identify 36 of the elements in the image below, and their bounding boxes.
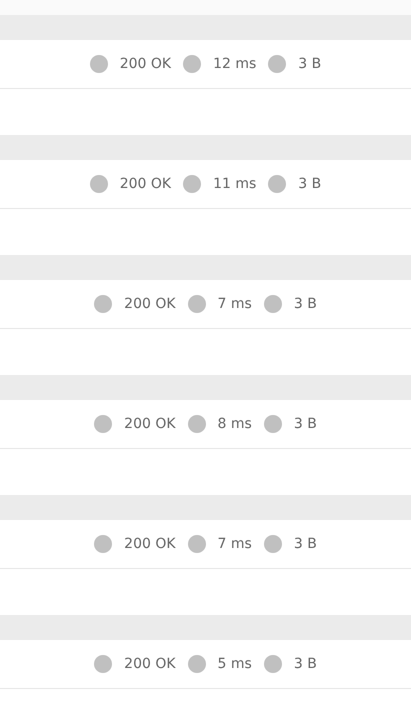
- circle-icon: [268, 55, 286, 73]
- time-text: 12 ms: [213, 54, 256, 74]
- circle-icon: [94, 415, 112, 433]
- status-text: 200 OK: [124, 654, 176, 674]
- circle-icon: [188, 295, 206, 313]
- status-text: 200 OK: [124, 414, 176, 434]
- circle-icon: [264, 535, 282, 553]
- circle-icon: [90, 55, 108, 73]
- status-text: 200 OK: [124, 534, 176, 554]
- size-text: 3 B: [298, 174, 322, 194]
- circle-icon: [183, 55, 202, 73]
- circle-icon: [268, 175, 286, 193]
- size-text: 3 B: [294, 534, 317, 554]
- time-text: 7 ms: [218, 534, 252, 554]
- time-text: 8 ms: [218, 414, 252, 434]
- size-text: 3 B: [294, 414, 317, 434]
- circle-icon: [188, 415, 206, 433]
- circle-icon: [94, 295, 112, 313]
- circle-icon: [264, 655, 282, 673]
- size-text: 3 B: [298, 54, 322, 74]
- status-text: 200 OK: [120, 54, 172, 74]
- circle-icon: [264, 295, 282, 313]
- circle-icon: [183, 175, 202, 193]
- size-text: 3 B: [294, 654, 317, 674]
- time-text: 7 ms: [218, 294, 252, 314]
- size-text: 3 B: [294, 294, 317, 314]
- circle-icon: [94, 655, 112, 673]
- circle-icon: [188, 535, 206, 553]
- time-text: 11 ms: [213, 174, 256, 194]
- status-text: 200 OK: [120, 174, 172, 194]
- circle-icon: [90, 175, 108, 193]
- status-text: 200 OK: [124, 294, 176, 314]
- circle-icon: [188, 655, 206, 673]
- time-text: 5 ms: [218, 654, 252, 674]
- circle-icon: [264, 415, 282, 433]
- circle-icon: [94, 535, 112, 553]
